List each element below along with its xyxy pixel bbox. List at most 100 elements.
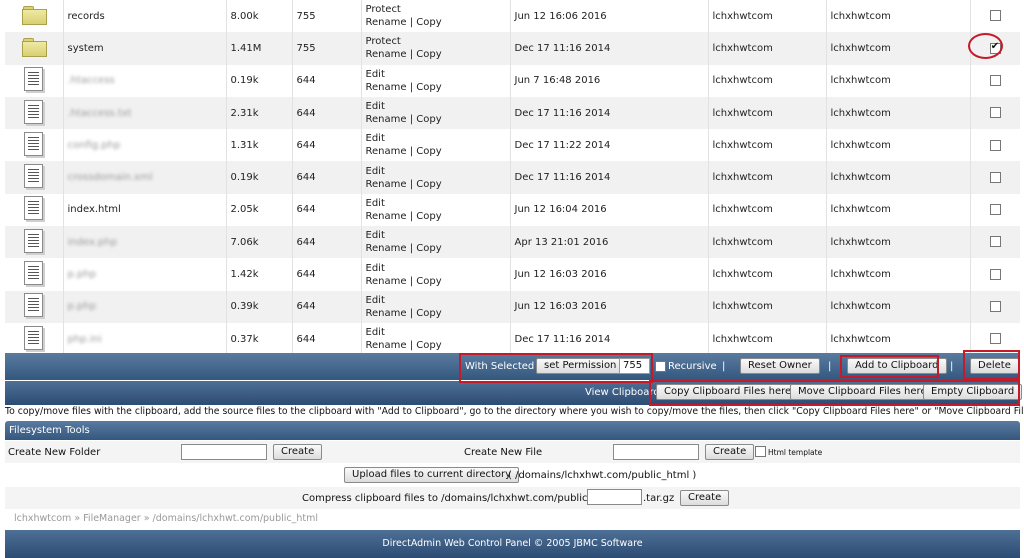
delete-button[interactable]: Delete xyxy=(970,358,1019,374)
file-name-link[interactable]: p.php xyxy=(68,301,97,312)
file-name-link[interactable]: system xyxy=(68,43,104,54)
select-checkbox[interactable] xyxy=(989,301,1001,313)
add-to-clipboard-button[interactable]: Add to Clipboard xyxy=(847,358,947,374)
select-checkbox[interactable] xyxy=(989,107,1001,119)
protect-link[interactable]: Protect xyxy=(366,4,401,15)
file-name-link[interactable]: crossdomain.xml xyxy=(68,172,153,183)
file-name-link[interactable]: records xyxy=(68,11,105,22)
select-checkbox[interactable] xyxy=(989,268,1001,280)
rename-link[interactable]: Rename xyxy=(366,340,407,351)
rename-link[interactable]: Rename xyxy=(366,179,407,190)
select-checkbox[interactable] xyxy=(989,171,1001,183)
file-name-input[interactable] xyxy=(613,444,699,460)
edit-link[interactable]: Edit xyxy=(366,263,385,274)
rename-link[interactable]: Rename xyxy=(366,17,407,28)
html-template-checkbox[interactable] xyxy=(755,446,766,457)
copy-link[interactable]: Copy xyxy=(416,308,441,319)
permission-cell[interactable]: 644 xyxy=(292,129,362,162)
file-name-link[interactable]: .htaccess xyxy=(68,75,115,86)
clipboard-bar: View Clipboard Copy Clipboard Files here… xyxy=(5,381,1023,405)
file-name-link[interactable]: config.php xyxy=(68,140,121,151)
file-name-link[interactable]: index.php xyxy=(68,237,118,248)
edit-link[interactable]: Edit xyxy=(366,101,385,112)
rename-link[interactable]: Rename xyxy=(366,308,407,319)
edit-link[interactable]: Edit xyxy=(366,133,385,144)
file-icon[interactable] xyxy=(24,293,44,318)
select-checkbox[interactable] xyxy=(989,236,1001,248)
copy-link[interactable]: Copy xyxy=(416,49,441,60)
view-clipboard-link[interactable]: View Clipboard xyxy=(585,387,660,398)
rename-link[interactable]: Rename xyxy=(366,211,407,222)
select-checkbox[interactable] xyxy=(989,333,1001,345)
recursive-checkbox[interactable] xyxy=(655,361,666,372)
permission-cell[interactable]: 644 xyxy=(292,96,362,130)
permission-input[interactable]: 755 xyxy=(619,358,650,374)
rename-link[interactable]: Rename xyxy=(366,49,407,60)
file-name-link[interactable]: .htaccess.txt xyxy=(68,108,132,119)
permission-cell[interactable]: 644 xyxy=(292,193,362,227)
rename-link[interactable]: Rename xyxy=(366,243,407,254)
copy-link[interactable]: Copy xyxy=(416,276,441,287)
copy-link[interactable]: Copy xyxy=(416,146,441,157)
permission-cell[interactable]: 755 xyxy=(292,0,362,33)
permission-cell[interactable]: 644 xyxy=(292,258,362,291)
permission-cell[interactable]: 755 xyxy=(292,32,362,65)
folder-icon[interactable] xyxy=(21,38,47,58)
copy-link[interactable]: Copy xyxy=(416,340,441,351)
edit-link[interactable]: Edit xyxy=(366,327,385,338)
reset-owner-button[interactable]: Reset Owner xyxy=(740,358,820,374)
copy-link[interactable]: Copy xyxy=(416,243,441,254)
select-checkbox[interactable] xyxy=(989,10,1001,22)
edit-link[interactable]: Edit xyxy=(366,198,385,209)
protect-link[interactable]: Protect xyxy=(366,36,401,47)
copy-link[interactable]: Copy xyxy=(416,179,441,190)
select-checkbox[interactable] xyxy=(989,139,1001,151)
select-checkbox[interactable] xyxy=(989,74,1001,86)
permission-cell[interactable]: 644 xyxy=(292,290,362,323)
copy-link[interactable]: Copy xyxy=(416,114,441,125)
edit-link[interactable]: Edit xyxy=(366,295,385,306)
select-checkbox[interactable] xyxy=(989,41,1001,54)
file-icon[interactable] xyxy=(24,99,44,124)
archive-name-input[interactable] xyxy=(587,489,642,505)
create-file-button[interactable]: Create xyxy=(705,444,755,460)
copy-clipboard-files-button[interactable]: Copy Clipboard Files here xyxy=(656,384,800,400)
create-folder-button[interactable]: Create xyxy=(273,444,323,460)
copy-link[interactable]: Copy xyxy=(416,82,441,93)
compress-create-button[interactable]: Create xyxy=(680,490,730,506)
set-permission-button[interactable]: set Permission xyxy=(536,358,625,374)
edit-link[interactable]: Edit xyxy=(366,69,385,80)
file-name-link[interactable]: index.html xyxy=(68,204,121,215)
file-icon[interactable] xyxy=(24,261,44,286)
permission-cell[interactable]: 644 xyxy=(292,64,362,97)
file-icon[interactable] xyxy=(24,325,44,350)
rename-link[interactable]: Rename xyxy=(366,114,407,125)
file-icon[interactable] xyxy=(24,67,44,92)
permission-cell[interactable]: 644 xyxy=(292,161,362,194)
file-name-link[interactable]: php.ini xyxy=(68,334,102,345)
empty-clipboard-button[interactable]: Empty Clipboard xyxy=(923,384,1023,400)
file-row: config.php 1.31k 644 Edit Rename | Copy Dec 1… xyxy=(5,129,1020,162)
breadcrumb[interactable]: lchxhwtcom » FileManager » /domains/lchx… xyxy=(14,513,318,524)
copy-link[interactable]: Copy xyxy=(416,17,441,28)
permission-cell[interactable]: 644 xyxy=(292,226,362,259)
copy-link[interactable]: Copy xyxy=(416,211,441,222)
permission-cell[interactable]: 644 xyxy=(292,322,362,356)
file-icon[interactable] xyxy=(24,131,44,156)
rename-link[interactable]: Rename xyxy=(366,82,407,93)
rename-link[interactable]: Rename xyxy=(366,146,407,157)
folder-name-input[interactable] xyxy=(181,444,267,460)
file-icon[interactable] xyxy=(24,196,44,221)
upload-files-button[interactable]: Upload files to current directory xyxy=(344,467,520,483)
file-icon[interactable] xyxy=(24,164,44,189)
rename-link[interactable]: Rename xyxy=(366,276,407,287)
move-clipboard-files-button[interactable]: Move Clipboard Files here xyxy=(790,384,935,400)
edit-link[interactable]: Edit xyxy=(366,230,385,241)
group-cell: lchxhwtcom xyxy=(826,161,971,194)
edit-link[interactable]: Edit xyxy=(366,166,385,177)
select-checkbox[interactable] xyxy=(989,204,1001,216)
folder-icon[interactable] xyxy=(21,6,47,26)
file-name-link[interactable]: p.php xyxy=(68,269,97,280)
icon-cell xyxy=(5,64,64,97)
file-icon[interactable] xyxy=(24,228,44,253)
